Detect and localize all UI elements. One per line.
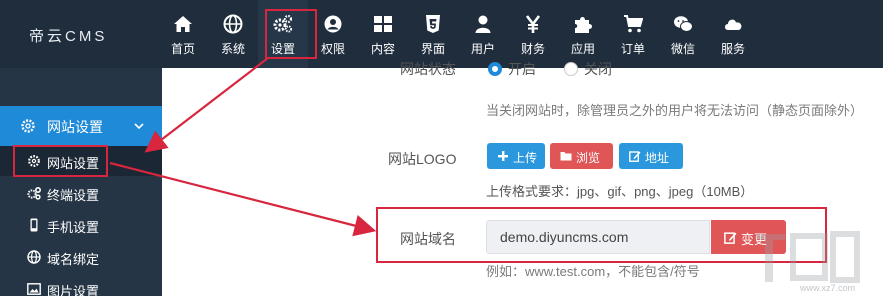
sidebar-item-label: 域名绑定 — [47, 252, 100, 267]
sidebar-item-label: 网站设置 — [47, 156, 100, 171]
gear-icon — [28, 155, 40, 167]
sidebar-item-terminal-settings[interactable]: 终端设置 — [0, 178, 162, 208]
logo-label: 网站LOGO — [388, 151, 457, 167]
nav-item-home[interactable]: 首页 — [158, 0, 208, 68]
status-radio-on[interactable] — [488, 62, 502, 76]
mobile-icon — [30, 218, 38, 232]
nav-label: 内容 — [370, 42, 395, 56]
nav-item-services[interactable]: 服务 — [708, 0, 758, 68]
nav-label: 系统 — [220, 42, 245, 56]
nav-label: 应用 — [570, 42, 595, 56]
domain-input[interactable]: demo.diyuncms.com — [486, 220, 710, 254]
nav-item-orders[interactable]: 订单 — [608, 0, 658, 68]
sidebar-group-website-settings[interactable]: 网站设置 — [0, 106, 162, 146]
sidebar: 网站设置 网站设置 终端设置 手机设置 域名绑定 图片设置 — [0, 68, 162, 296]
status-option-off: 关闭 — [584, 61, 612, 77]
globe-icon — [27, 250, 41, 264]
puzzle-icon — [575, 17, 592, 33]
cloud-icon — [725, 19, 742, 30]
nav-label: 用户 — [470, 42, 495, 56]
upload-button[interactable]: 上传 — [487, 143, 545, 169]
sidebar-item-mobile-settings[interactable]: 手机设置 — [0, 210, 162, 240]
brand-logo: 帝云CMS — [29, 28, 108, 45]
nav-label: 首页 — [170, 42, 195, 56]
nav-label: 微信 — [670, 42, 695, 56]
folder-icon — [560, 152, 572, 161]
top-navbar: 帝云CMS 首页 系统 设置 权限 内容 界面 用户 财务 应用 订单 微信 服… — [0, 0, 883, 68]
nav-label: 设置 — [270, 42, 295, 56]
globe-icon — [223, 14, 243, 34]
status-label: 网站状态 — [400, 61, 456, 77]
browse-button[interactable]: 浏览 — [550, 143, 613, 169]
yen-icon — [525, 15, 541, 33]
status-hint: 当关闭网站时，除管理员之外的用户将无法访问（静态页面除外） — [486, 103, 864, 118]
domain-label: 网站域名 — [400, 231, 456, 247]
sidebar-item-label: 图片设置 — [47, 284, 100, 296]
sidebar-item-label: 终端设置 — [47, 188, 100, 203]
sidebar-item-image-settings[interactable]: 图片设置 — [0, 274, 162, 296]
domain-hint: 例如：www.test.com，不能包含/符号 — [486, 264, 700, 279]
address-button[interactable]: 地址 — [619, 143, 683, 169]
nav-label: 订单 — [620, 42, 645, 56]
nav-item-content[interactable]: 内容 — [358, 0, 408, 68]
domain-input-value: demo.diyuncms.com — [500, 229, 629, 245]
nav-item-system[interactable]: 系统 — [208, 0, 258, 68]
nav-label: 权限 — [320, 42, 345, 56]
nav-label: 服务 — [720, 42, 745, 56]
nav-item-settings[interactable]: 设置 — [258, 0, 308, 68]
gear-icon — [21, 119, 35, 133]
watermark-url: www.xz7.com — [800, 283, 856, 293]
nav-item-users[interactable]: 用户 — [458, 0, 508, 68]
nav-label: 界面 — [420, 42, 445, 56]
nav-label: 财务 — [520, 42, 545, 56]
nav-item-permissions[interactable]: 权限 — [308, 0, 358, 68]
nav-item-wechat[interactable]: 微信 — [658, 0, 708, 68]
cogs-icon — [27, 187, 41, 200]
upload-button-label: 上传 — [513, 151, 538, 165]
browse-button-label: 浏览 — [576, 151, 601, 165]
sidebar-item-website-settings[interactable]: 网站设置 — [0, 146, 162, 176]
user-icon — [475, 15, 491, 33]
edit-icon — [629, 151, 641, 162]
user-circle-icon — [324, 15, 342, 33]
nav-item-interface[interactable]: 界面 — [408, 0, 458, 68]
status-radio-off[interactable] — [564, 62, 578, 76]
plus-icon — [498, 151, 508, 161]
sidebar-item-domain-binding[interactable]: 域名绑定 — [0, 242, 162, 272]
html5-icon — [426, 15, 440, 33]
chevron-down-icon — [134, 123, 144, 130]
sidebar-item-label: 手机设置 — [47, 220, 100, 235]
home-icon — [174, 16, 192, 32]
edit-icon — [724, 232, 737, 244]
wechat-icon — [674, 16, 693, 32]
watermark-logo — [755, 231, 860, 283]
cogs-icon — [273, 14, 293, 33]
logo-hint: 上传格式要求：jpg、gif、png、jpeg（10MB） — [486, 184, 754, 199]
nav-item-finance[interactable]: 财务 — [508, 0, 558, 68]
status-option-on: 开启 — [508, 61, 536, 77]
sidebar-group-label: 网站设置 — [47, 119, 103, 135]
image-icon — [27, 283, 41, 295]
cart-icon — [624, 15, 643, 33]
nav-item-apps[interactable]: 应用 — [558, 0, 608, 68]
address-button-label: 地址 — [645, 151, 670, 165]
grid-icon — [374, 16, 392, 32]
